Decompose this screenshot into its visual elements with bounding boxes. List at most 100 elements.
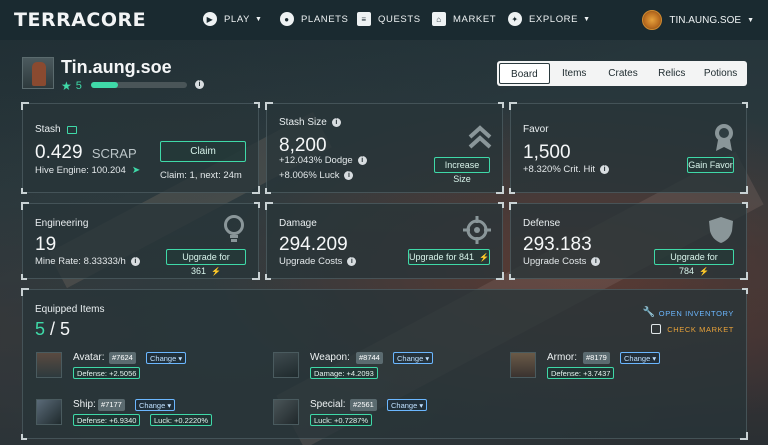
claim-info: Claim: 1, next: 24m <box>160 170 242 181</box>
stash-size-label: Stash Size <box>279 117 327 128</box>
nav-market-label: MARKET <box>453 13 497 25</box>
logo[interactable]: TERRACORE <box>14 9 146 31</box>
tab-crates[interactable]: Crates <box>599 63 648 84</box>
slot-ship: Ship: #7177 Change ▾ Defense: +6.9340 Lu… <box>36 399 266 429</box>
slot-name: Ship: <box>73 399 96 410</box>
tab-board[interactable]: Board <box>499 63 550 84</box>
chevron-down-icon: ▼ <box>583 15 591 23</box>
claim-button[interactable]: Claim <box>160 141 246 162</box>
equipped-total: 5 <box>60 319 71 339</box>
info-icon[interactable]: i <box>600 165 610 174</box>
xp-progress-bar <box>91 82 187 88</box>
info-icon[interactable]: i <box>130 257 140 266</box>
info-icon[interactable]: i <box>195 80 204 89</box>
change-armor-button[interactable]: Change ▾ <box>620 352 661 364</box>
change-weapon-button[interactable]: Change ▾ <box>393 352 434 364</box>
crit-row: +8.320% Crit. Hit i <box>523 164 610 175</box>
item-id-badge: #2561 <box>350 399 377 411</box>
info-icon[interactable]: i <box>347 257 357 266</box>
upgrade-defense-button[interactable]: Upgrade for 784 ⚡ <box>654 249 734 276</box>
info-icon[interactable]: i <box>357 156 367 165</box>
terminal-icon <box>651 324 662 334</box>
engineering-value: 19 <box>35 234 57 255</box>
favor-value: 1,500 <box>523 142 571 163</box>
increase-size-button[interactable]: Increase Size <box>434 157 490 184</box>
award-ribbon-icon <box>711 122 737 157</box>
gain-favor-button[interactable]: Gain Favor <box>687 157 734 173</box>
stat-badge: Defense: +2.5056 <box>73 367 141 379</box>
dodge-bonus: +12.043% Dodge <box>279 155 353 166</box>
nav-planets[interactable]: ● PLANETS <box>280 12 349 26</box>
tab-items[interactable]: Items <box>550 63 599 84</box>
nav-play[interactable]: ▶ PLAY ▼ <box>203 12 263 26</box>
nav-explore-label: EXPLORE <box>529 13 579 25</box>
damage-upgrade-costs: Upgrade Costs <box>279 256 343 267</box>
slot-name: Avatar: <box>73 352 105 363</box>
open-inventory-link[interactable]: 🔧 OPEN INVENTORY <box>643 308 734 318</box>
damage-costs-row: Upgrade Costs i <box>279 256 357 267</box>
luck-bonus: +8.006% Luck <box>279 170 340 181</box>
damage-value: 294.209 <box>279 234 348 255</box>
top-nav: TERRACORE ▶ PLAY ▼ ● PLANETS ≡ QUESTS ⌂ … <box>0 0 768 40</box>
send-icon[interactable]: ➤ <box>132 165 140 176</box>
wallet-icon <box>66 125 77 134</box>
user-name: TIN.AUNG.SOE <box>669 14 742 26</box>
upgrade-engineering-label: Upgrade for 361 <box>182 252 230 276</box>
stash-value: 0.429 <box>35 142 83 163</box>
market-icon: ⌂ <box>432 12 446 26</box>
nav-quests[interactable]: ≡ QUESTS <box>357 12 421 26</box>
stat-badge: Defense: +3.7437 <box>547 367 615 379</box>
hive-engine-row: Hive Engine: 100.204 ➤ <box>35 165 140 176</box>
item-id-badge: #7177 <box>98 399 125 411</box>
stash-unit: SCRAP <box>91 146 137 161</box>
planet-icon: ● <box>280 12 294 26</box>
hive-engine-balance: Hive Engine: 100.204 <box>35 165 126 176</box>
nav-market[interactable]: ⌂ MARKET <box>432 12 496 26</box>
user-menu[interactable]: TIN.AUNG.SOE ▼ <box>642 10 754 30</box>
quests-icon: ≡ <box>357 12 371 26</box>
bolt-icon: ⚡ <box>479 253 490 262</box>
stash-size-label-row: Stash Size i <box>279 117 341 128</box>
weapon-item-image <box>273 352 299 378</box>
tab-potions[interactable]: Potions <box>696 63 745 84</box>
engineering-card: Engineering 19 Mine Rate: 8.33333/h i Up… <box>21 202 260 280</box>
equipped-current: 5 <box>35 319 46 339</box>
stat-badge: Damage: +4.2093 <box>310 367 378 379</box>
stash-label-row: Stash <box>35 124 77 135</box>
ship-item-image <box>36 399 62 425</box>
tab-relics[interactable]: Relics <box>647 63 696 84</box>
item-id-badge: #8744 <box>356 352 383 364</box>
info-icon[interactable]: i <box>344 171 354 180</box>
defense-upgrade-costs: Upgrade Costs <box>523 256 587 267</box>
stash-value-row: 0.429 SCRAP <box>35 142 137 164</box>
change-special-button[interactable]: Change ▾ <box>387 399 428 411</box>
avatar <box>642 10 663 30</box>
change-avatar-button[interactable]: Change ▾ <box>146 352 187 364</box>
special-item-image <box>273 399 299 425</box>
info-icon[interactable]: i <box>331 118 341 127</box>
nav-planets-label: PLANETS <box>301 13 349 25</box>
slot-avatar: Avatar: #7624 Change ▾ Defense: +2.5056 <box>36 352 256 382</box>
info-icon[interactable]: i <box>591 257 601 266</box>
dodge-row: +12.043% Dodge i <box>279 155 367 166</box>
change-ship-button[interactable]: Change ▾ <box>135 399 176 411</box>
star-icon: ★ <box>61 79 72 93</box>
equipped-count: 5 / 5 <box>35 319 70 340</box>
check-market-link[interactable]: CHECK MARKET <box>651 324 734 334</box>
slot-armor: Armor: #8179 Change ▾ Defense: +3.7437 <box>510 352 740 382</box>
shield-icon <box>708 216 734 249</box>
avatar-item-image <box>36 352 62 378</box>
nav-quests-label: QUESTS <box>378 13 421 25</box>
crosshair-icon <box>463 216 491 249</box>
nav-explore[interactable]: ✦ EXPLORE ▼ <box>508 12 591 26</box>
stash-card: Stash 0.429 SCRAP Hive Engine: 100.204 ➤… <box>21 102 260 194</box>
bolt-icon: ⚡ <box>211 267 221 276</box>
slot-name: Special: <box>310 399 346 410</box>
defense-value: 293.183 <box>523 234 592 255</box>
upgrade-damage-button[interactable]: Upgrade for 841 ⚡ <box>408 249 490 265</box>
item-id-badge: #8179 <box>583 352 610 364</box>
stat-badge: Luck: +0.7287% <box>310 414 372 426</box>
upgrade-engineering-button[interactable]: Upgrade for 361 ⚡ <box>166 249 246 276</box>
compass-icon: ✦ <box>508 12 522 26</box>
mine-rate: Mine Rate: 8.33333/h <box>35 256 126 267</box>
